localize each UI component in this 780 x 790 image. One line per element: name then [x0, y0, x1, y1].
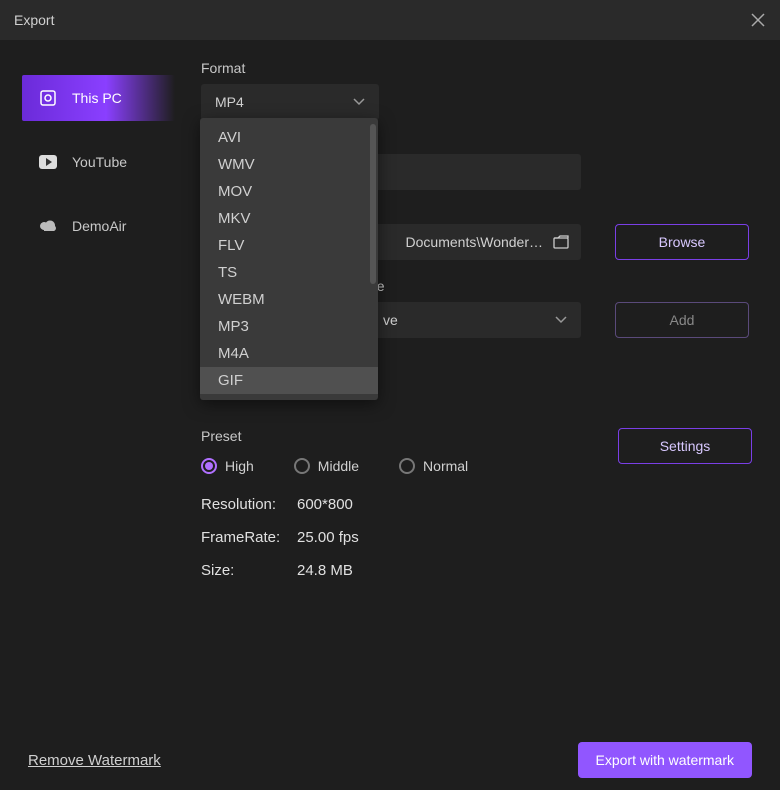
cloud-icon	[38, 216, 58, 236]
format-option-label: GIF	[218, 372, 243, 389]
chevron-down-icon	[353, 98, 365, 106]
preset-label: Preset	[201, 428, 468, 444]
window-title: Export	[14, 12, 54, 28]
resolution-label: Resolution:	[201, 496, 297, 513]
add-button-label: Add	[670, 312, 695, 328]
format-option-label: TS	[218, 264, 237, 281]
content: This PC YouTube DemoAir Format MP4	[0, 40, 780, 595]
radio-dot-icon	[201, 458, 217, 474]
format-option[interactable]: AVI	[200, 124, 378, 151]
add-cloud-button[interactable]: Add	[615, 302, 749, 338]
resolution-value: 600*800	[297, 496, 353, 513]
format-option-label: WEBM	[218, 291, 265, 308]
browse-button[interactable]: Browse	[615, 224, 749, 260]
size-value: 24.8 MB	[297, 562, 353, 579]
format-option-label: MP3	[218, 318, 249, 335]
dropdown-scrollbar[interactable]	[370, 124, 376, 284]
sidebar-item-label: DemoAir	[72, 218, 126, 234]
format-option[interactable]: MKV	[200, 205, 378, 232]
remove-watermark-link[interactable]: Remove Watermark	[28, 752, 161, 769]
format-select[interactable]: MP4	[201, 84, 379, 120]
format-option-label: WMV	[218, 156, 255, 173]
format-option[interactable]: M4A	[200, 340, 378, 367]
footer: Remove Watermark Export with watermark	[0, 730, 780, 790]
export-button-label: Export with watermark	[596, 752, 734, 768]
radio-label: High	[225, 458, 254, 474]
format-option[interactable]: TS	[200, 259, 378, 286]
preset-section: Preset High Middle Normal	[201, 428, 752, 579]
size-label: Size:	[201, 562, 297, 579]
format-option[interactable]: MOV	[200, 178, 378, 205]
export-button[interactable]: Export with watermark	[578, 742, 752, 778]
preset-radio-middle[interactable]: Middle	[294, 458, 359, 474]
format-option-label: FLV	[218, 237, 244, 254]
chevron-down-icon	[555, 316, 567, 324]
sidebar-item-label: This PC	[72, 90, 122, 106]
output-info: Resolution: 600*800 FrameRate: 25.00 fps…	[201, 496, 752, 579]
format-option-label: MOV	[218, 183, 252, 200]
format-selected-value: MP4	[215, 94, 244, 110]
format-row: Format MP4	[201, 60, 752, 120]
format-dropdown-menu[interactable]: AVI WMV MOV MKV FLV TS WEBM MP3 M4A GIF	[200, 118, 378, 400]
format-label: Format	[201, 60, 752, 76]
hdd-icon	[38, 88, 58, 108]
settings-button-label: Settings	[660, 438, 711, 454]
folder-icon	[553, 235, 569, 249]
preset-radio-high[interactable]: High	[201, 458, 254, 474]
format-option[interactable]: WEBM	[200, 286, 378, 313]
format-option-label: AVI	[218, 129, 241, 146]
radio-label: Middle	[318, 458, 359, 474]
radio-label: Normal	[423, 458, 468, 474]
radio-dot-icon	[399, 458, 415, 474]
settings-button[interactable]: Settings	[618, 428, 752, 464]
sidebar-item-demoair[interactable]: DemoAir	[22, 203, 175, 249]
format-option[interactable]: FLV	[200, 232, 378, 259]
sidebar-item-label: YouTube	[72, 154, 127, 170]
browse-button-label: Browse	[659, 234, 706, 250]
preset-radio-normal[interactable]: Normal	[399, 458, 468, 474]
sidebar: This PC YouTube DemoAir	[0, 60, 175, 595]
sidebar-item-youtube[interactable]: YouTube	[22, 139, 175, 185]
sidebar-item-this-pc[interactable]: This PC	[22, 75, 175, 121]
radio-dot-icon	[294, 458, 310, 474]
format-option[interactable]: WMV	[200, 151, 378, 178]
format-option-label: MKV	[218, 210, 251, 227]
preset-radios: High Middle Normal	[201, 458, 468, 474]
format-option[interactable]: MP3	[200, 313, 378, 340]
framerate-label: FrameRate:	[201, 529, 297, 546]
youtube-icon	[38, 152, 58, 172]
close-icon[interactable]	[750, 12, 766, 28]
format-option-label: M4A	[218, 345, 249, 362]
framerate-value: 25.00 fps	[297, 529, 359, 546]
format-option[interactable]: GIF	[200, 367, 378, 394]
titlebar: Export	[0, 0, 780, 40]
